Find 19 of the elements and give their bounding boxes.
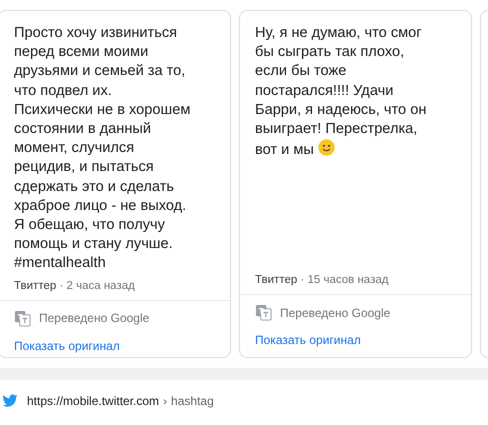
tweet-time: 15 часов назад xyxy=(308,274,388,286)
result-path: hashtag xyxy=(171,394,214,408)
bird-icon xyxy=(2,394,18,408)
separator-dot: · xyxy=(58,280,64,292)
translate-icon xyxy=(14,310,31,327)
source-label: Твиттер xyxy=(255,274,298,286)
translate-icon xyxy=(255,304,272,321)
result-url: https://mobile.twitter.com xyxy=(27,394,160,408)
tweet-text: Просто хочу извиниться перед всеми моими друзьями и семьей за то, что подвел их. Психически не в хорошем состоянии в данный момент, случился рецидив, и пытаться сдержать это и сделать храброе лицо - не выход. Я обещаю, что получу помощь и стану лучше. #mentalhealth xyxy=(14,24,192,274)
translation-note: Переведено Google xyxy=(280,306,390,320)
source-label: Твиттер xyxy=(14,280,56,292)
tweet-text: Ну, я не думаю, что смог бы сыграть так плохо, если бы тоже постарался!!!! Удачи Барри, я надеюсь, что он выиграет! Перестрелка, вот и мы xyxy=(255,24,428,160)
translation-note: Переведено Google xyxy=(39,311,150,326)
show-original-link[interactable]: Показать оригинал xyxy=(255,333,457,347)
separator-dot: · xyxy=(299,274,306,286)
breadcrumb-separator: › xyxy=(163,394,168,408)
tweet-time: 2 часа назад xyxy=(66,280,135,292)
smiley-icon xyxy=(318,139,335,156)
show-original-link[interactable]: Показать оригинал xyxy=(14,338,216,353)
